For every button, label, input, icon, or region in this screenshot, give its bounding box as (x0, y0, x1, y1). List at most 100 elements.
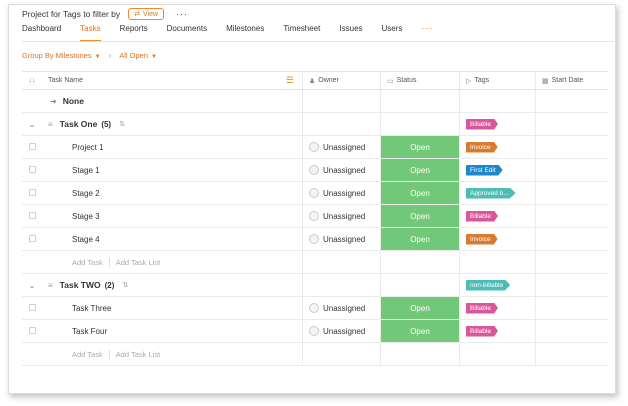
task-table: ↓↓ Task Name ☰ ♟ Owner ▭ Status ▷ Tags ▦… (22, 71, 608, 366)
owner-cell[interactable]: Unassigned (302, 228, 380, 250)
row-checkbox[interactable] (28, 303, 36, 311)
column-header-status[interactable]: ▭ Status (380, 72, 459, 89)
table-row[interactable]: Stage 1 Unassigned Open First Edit (22, 159, 608, 182)
owner-header-label: Owner (318, 77, 339, 84)
avatar (309, 234, 319, 244)
start-date-cell[interactable] (535, 136, 608, 158)
drag-handle-icon[interactable]: ≡ (48, 120, 53, 129)
task-name[interactable]: Stage 2 (48, 189, 100, 198)
status-filter-dropdown[interactable]: All Open ▼ (119, 51, 157, 60)
task-name[interactable]: Stage 1 (48, 166, 100, 175)
sort-icon[interactable]: ⇅ (122, 281, 128, 289)
tag-badge[interactable]: First Edit (466, 164, 503, 176)
task-name[interactable]: Stage 3 (48, 212, 100, 221)
tag-badge[interactable]: Billable (466, 118, 498, 130)
row-checkbox[interactable] (28, 142, 36, 150)
tab-reports[interactable]: Reports (120, 24, 148, 42)
project-more-button[interactable]: ··· (176, 9, 188, 19)
tabs-more-button[interactable]: ··· (421, 24, 433, 33)
drag-handle-icon[interactable]: ≡ (48, 281, 53, 290)
start-date-cell[interactable] (535, 320, 608, 342)
start-date-header-label: Start Date (551, 77, 584, 84)
project-title: Project for Tags to filter by (22, 9, 121, 19)
filter-bar: Group By Milestones ▼ › All Open ▼ (22, 51, 157, 60)
owner-label: Unassigned (323, 188, 366, 198)
group-row[interactable]: ⌄ ≡ Task One (5) ⇅ Billable (22, 113, 608, 136)
tag-badge[interactable]: Approved b... (466, 187, 516, 199)
start-date-cell[interactable] (535, 159, 608, 181)
chevron-down-icon: ▼ (151, 54, 157, 60)
tab-timesheet[interactable]: Timesheet (283, 24, 320, 42)
task-name[interactable]: Task Three (48, 304, 111, 313)
start-date-cell[interactable] (535, 182, 608, 204)
tag-badge[interactable]: Billable (466, 325, 498, 337)
column-header-owner[interactable]: ♟ Owner (302, 72, 380, 89)
view-label: View (142, 10, 159, 18)
owner-cell[interactable]: Unassigned (302, 159, 380, 181)
group-row[interactable]: ⌄ ≡ Task TWO (2) ⇅ non-billable (22, 274, 608, 297)
task-name[interactable]: Stage 4 (48, 235, 100, 244)
tag-badge[interactable]: Invoice (466, 141, 498, 153)
status-badge[interactable]: Open (381, 205, 459, 227)
owner-cell[interactable]: Unassigned (302, 320, 380, 342)
start-date-cell[interactable] (535, 228, 608, 250)
group-name: Task TWO (59, 280, 101, 290)
sort-icon[interactable]: ⇅ (119, 120, 125, 128)
add-task-list-button[interactable]: Add Task List (116, 258, 160, 267)
list-settings-icon[interactable]: ☰ (286, 75, 294, 86)
tag-badge[interactable]: non-billable (466, 279, 511, 291)
status-badge[interactable]: Open (381, 159, 459, 181)
start-date-cell[interactable] (535, 297, 608, 319)
add-task-button[interactable]: Add Task (48, 258, 103, 267)
group-count: (5) (101, 119, 112, 129)
tag-badge[interactable]: Billable (466, 302, 498, 314)
double-chevron-icon[interactable]: ↓↓ (22, 77, 42, 84)
tab-tasks[interactable]: Tasks (80, 24, 101, 42)
status-badge[interactable]: Open (381, 182, 459, 204)
row-checkbox[interactable] (28, 165, 36, 173)
table-row[interactable]: Stage 2 Unassigned Open Approved b... (22, 182, 608, 205)
calendar-icon: ▦ (542, 77, 549, 85)
column-header-start-date[interactable]: ▦ Start Date (535, 72, 608, 89)
avatar (309, 165, 319, 175)
tab-dashboard[interactable]: Dashboard (22, 24, 61, 42)
table-row[interactable]: Task Three Unassigned Open Billable (22, 297, 608, 320)
start-date-cell[interactable] (535, 205, 608, 227)
task-name[interactable]: Task Four (48, 327, 107, 336)
tab-users[interactable]: Users (382, 24, 403, 42)
tab-issues[interactable]: Issues (339, 24, 362, 42)
table-row[interactable]: Task Four Unassigned Open Billable (22, 320, 608, 343)
row-checkbox[interactable] (28, 326, 36, 334)
owner-cell[interactable]: Unassigned (302, 297, 380, 319)
avatar (309, 211, 319, 221)
status-badge[interactable]: Open (381, 297, 459, 319)
column-header-tags[interactable]: ▷ Tags (459, 72, 535, 89)
row-checkbox[interactable] (28, 188, 36, 196)
column-header-task-name[interactable]: Task Name ☰ (42, 72, 302, 89)
task-name[interactable]: Project 1 (48, 143, 104, 152)
chevron-down-icon[interactable]: ⌄ (29, 281, 36, 290)
status-badge[interactable]: Open (381, 136, 459, 158)
table-row[interactable]: Stage 3 Unassigned Open Billable (22, 205, 608, 228)
status-badge[interactable]: Open (381, 320, 459, 342)
tag-badge[interactable]: Billable (466, 210, 498, 222)
task-name-header-label: Task Name (48, 77, 84, 84)
group-by-dropdown[interactable]: Group By Milestones ▼ (22, 51, 101, 60)
tab-documents[interactable]: Documents (167, 24, 207, 42)
table-row[interactable]: Stage 4 Unassigned Open Invoice (22, 228, 608, 251)
view-button[interactable]: ⇄ View (128, 8, 165, 20)
owner-cell[interactable]: Unassigned (302, 136, 380, 158)
chevron-down-icon[interactable]: ⌄ (29, 120, 36, 129)
add-task-button[interactable]: Add Task (48, 350, 103, 359)
add-task-list-button[interactable]: Add Task List (116, 350, 160, 359)
owner-cell[interactable]: Unassigned (302, 205, 380, 227)
row-checkbox[interactable] (28, 211, 36, 219)
project-header: Project for Tags to filter by ⇄ View ··· (22, 8, 188, 20)
row-checkbox[interactable] (28, 234, 36, 242)
owner-cell[interactable]: Unassigned (302, 182, 380, 204)
tag-badge[interactable]: Invoice (466, 233, 498, 245)
status-badge[interactable]: Open (381, 228, 459, 250)
breadcrumb-separator-icon: › (108, 51, 112, 60)
table-row[interactable]: Project 1 Unassigned Open Invoice (22, 136, 608, 159)
tab-milestones[interactable]: Milestones (226, 24, 264, 42)
